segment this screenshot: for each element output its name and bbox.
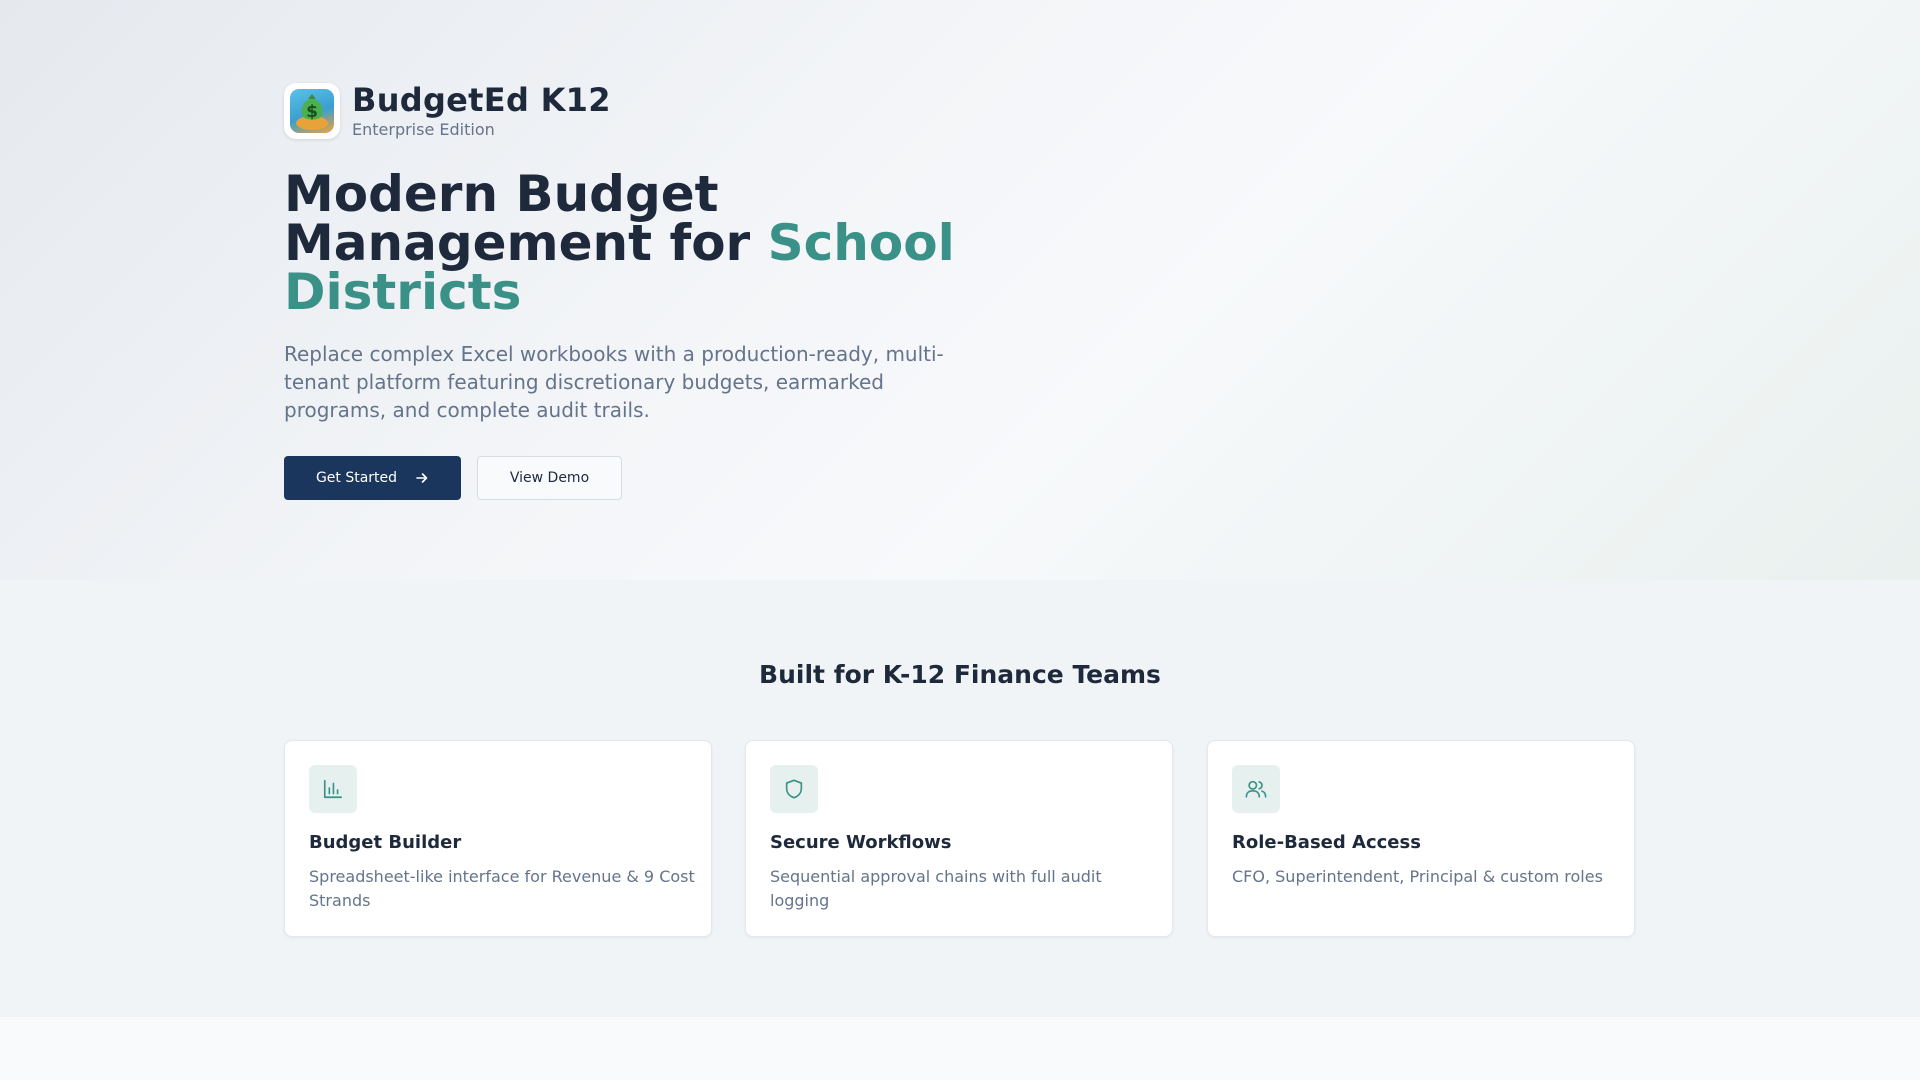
brand-header: $ BudgetEd K12 Enterprise Edition: [284, 82, 611, 140]
money-bag-icon: $: [290, 89, 334, 133]
feature-card-budget-builder: Budget Builder Spreadsheet-like interfac…: [284, 740, 712, 937]
get-started-label: Get Started: [315, 470, 398, 486]
app-edition: Enterprise Edition: [352, 120, 495, 139]
feature-card-title: Secure Workflows: [770, 832, 952, 853]
hero-headline: Modern Budget Management for School Dist…: [284, 169, 1004, 317]
feature-card-secure-workflows: Secure Workflows Sequential approval cha…: [745, 740, 1173, 937]
shield-icon: [770, 765, 818, 813]
feature-card-title: Budget Builder: [309, 832, 462, 853]
page-footer: [0, 1017, 1920, 1080]
app-logo: $: [284, 83, 340, 139]
app-name: BudgetEd K12: [352, 81, 611, 119]
users-icon: [1232, 765, 1280, 813]
view-demo-button[interactable]: View Demo: [477, 456, 622, 500]
features-title: Built for K-12 Finance Teams: [759, 660, 1161, 689]
view-demo-label: View Demo: [509, 470, 590, 486]
bar-chart-icon: [309, 765, 357, 813]
feature-card-description: CFO, Superintendent, Principal & custom …: [1232, 867, 1603, 886]
feature-card-role-based-access: Role-Based Access CFO, Superintendent, P…: [1207, 740, 1635, 937]
svg-text:$: $: [306, 102, 318, 122]
arrow-right-icon: [415, 471, 429, 485]
feature-card-title: Role-Based Access: [1232, 832, 1421, 853]
headline-text: Modern Budget Management for: [284, 165, 768, 272]
hero-subtitle: Replace complex Excel workbooks with a p…: [284, 342, 944, 422]
feature-card-description: Sequential approval chains with full aud…: [770, 867, 1102, 910]
feature-card-description: Spreadsheet-like interface for Revenue &…: [309, 867, 695, 910]
get-started-button[interactable]: Get Started: [284, 456, 461, 500]
